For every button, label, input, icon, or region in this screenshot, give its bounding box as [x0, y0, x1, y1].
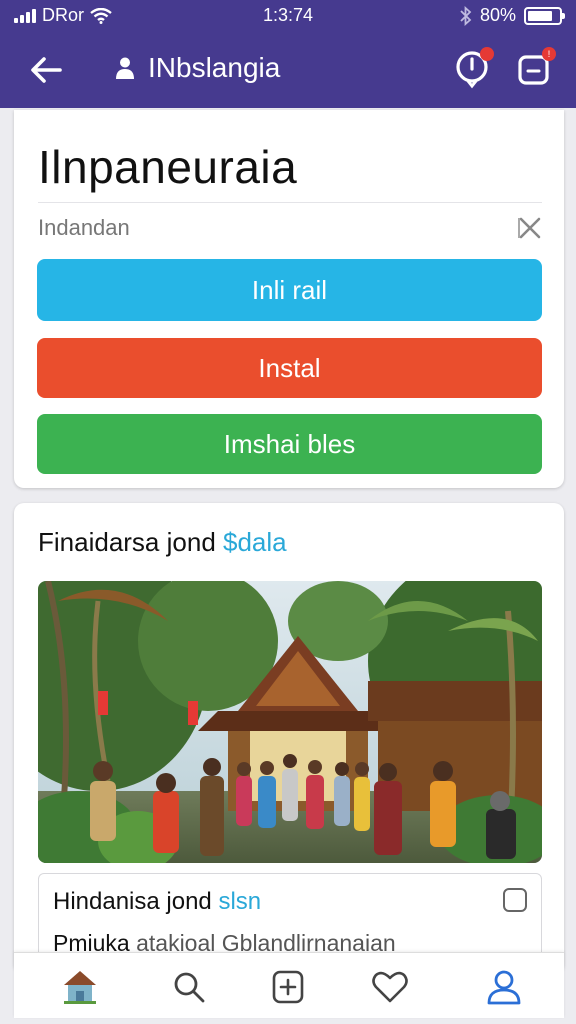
arrow-left-icon	[31, 57, 62, 83]
top-bar: DRor 1:3:74 80% INbslangia !	[0, 0, 576, 108]
add-icon	[272, 970, 304, 1004]
status-bar: DRor 1:3:74 80%	[0, 0, 576, 32]
battery-percent: 80%	[479, 5, 516, 25]
heart-icon	[372, 971, 408, 1003]
post-photo[interactable]	[38, 581, 542, 863]
header-card: Ilnpaneuraia Inli rail Instal Imshai ble…	[14, 110, 564, 488]
nav-profile[interactable]	[484, 967, 524, 1007]
profile-icon	[487, 970, 521, 1005]
clear-button[interactable]	[516, 214, 544, 242]
close-icon	[518, 217, 541, 239]
nav-search[interactable]	[169, 967, 209, 1007]
nav-favorites[interactable]	[370, 967, 410, 1007]
home-icon	[64, 971, 96, 1004]
divider	[38, 202, 542, 203]
nav-home[interactable]	[60, 967, 100, 1007]
post-title-text: Finaidarsa jond	[38, 527, 216, 557]
caption-checkbox[interactable]	[503, 888, 527, 912]
nav-add[interactable]	[268, 967, 308, 1007]
caption-title-text: Hindanisa jond	[53, 888, 212, 915]
message-badge: !	[542, 47, 556, 61]
messages-button[interactable]: !	[514, 47, 556, 89]
bluetooth-icon	[460, 5, 472, 26]
app-title-label: INbslangia	[148, 52, 281, 83]
search-icon	[174, 972, 205, 1003]
caption-title: Hindanisa jond slsn	[53, 888, 261, 916]
notification-badge	[480, 47, 494, 61]
install-button[interactable]: Instal	[37, 338, 542, 398]
notifications-button[interactable]	[452, 47, 494, 89]
primary-action-button[interactable]: Inli rail	[37, 259, 542, 321]
battery-icon	[524, 6, 565, 25]
page-heading: Ilnpaneuraia	[38, 141, 298, 193]
post-card: Finaidarsa jond $dala Hindanisa jond sls…	[14, 503, 564, 973]
village-gathering-image	[38, 581, 542, 863]
bottom-nav	[14, 952, 564, 1018]
user-icon	[116, 57, 134, 79]
app-title: INbslangia	[114, 52, 280, 84]
post-title-link[interactable]: $dala	[223, 527, 287, 557]
tertiary-action-button[interactable]: Imshai bles	[37, 414, 542, 474]
search-input[interactable]	[38, 208, 488, 248]
app-bar: INbslangia !	[0, 40, 576, 98]
back-button[interactable]	[26, 50, 66, 90]
post-title: Finaidarsa jond $dala	[38, 527, 287, 558]
caption-title-link[interactable]: slsn	[218, 888, 261, 915]
